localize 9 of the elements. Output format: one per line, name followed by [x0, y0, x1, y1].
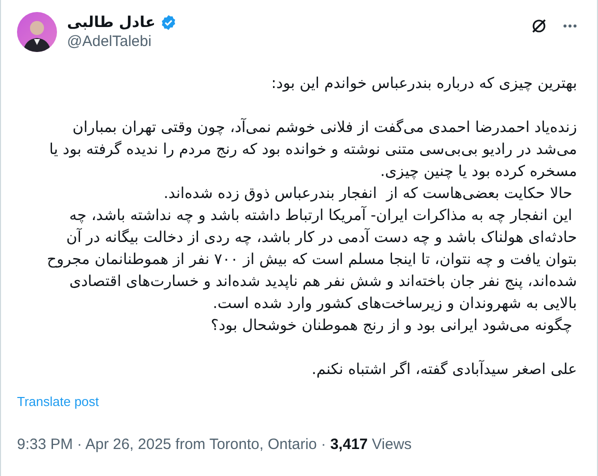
slashed-circle-icon[interactable]: [531, 18, 547, 34]
post-metadata: 9:33 PM · Apr 26, 2025 from Toronto, Ontario · 3,417 Views: [17, 434, 412, 454]
author-name[interactable]: عادل طالبی: [67, 12, 156, 32]
post-paragraph: زنده‌یاد احمدرضا احمدی می‌گفت از فلانی خوشم نمی‌آد، چون وقتی تهران بمباران می‌شد در رادیو بی‌بی‌سی متنی نوشته و خوانده بود که رنج مردم را ندیده گرفته بود یا مسخره کرده بود یا چنین چیزی. حالا حکایت بعضی‌هاست که از انفجار بندرعباس ذوق زده شده‌اند. این انفجار چه به مذاکرات ایران- آمریکا ارتباط داشته باشد و چه نداشته باشد، چه حادثه‌ای هولناک باشد و چه دست آدمی در کار باشد، چه ردی از دخالت بیگانه در آن بتوان یافت و چه نتوان، تا اینجا مسلم است که بیش از ۷۰۰ نفر از هموطنانمان مجروح شده‌اند، پنج نفر جان باخته‌اند و شش نفر هم ناپدید شده‌اند و خسارت‌های اقتصادی بالایی به شهروندان و زیرساخت‌های کشور وارد شده است. چگونه می‌شود ایرانی بود و از رنج هموطنان خوشحال بود؟: [46, 117, 577, 336]
post-paragraph: بهترین چیزی که درباره بندرعباس خواندم این بود:: [270, 73, 577, 94]
author-handle[interactable]: @AdelTalebi: [67, 32, 177, 52]
more-icon[interactable]: [563, 24, 577, 28]
avatar[interactable]: [17, 12, 57, 52]
post-paragraph: علی اصغر سیدآبادی گفته، اگر اشتباه نکنم.: [310, 359, 577, 380]
